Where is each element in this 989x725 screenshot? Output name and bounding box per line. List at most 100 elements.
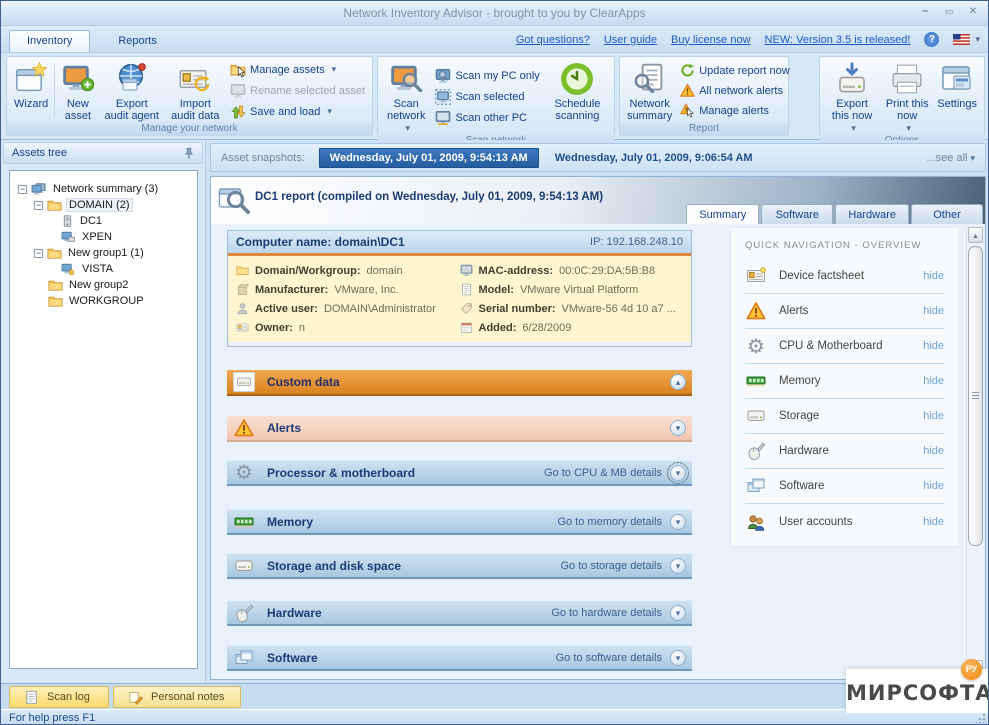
go-to-hardware-details-link[interactable]: Go to hardware details <box>551 607 662 619</box>
new-asset-button[interactable]: New asset <box>57 59 99 122</box>
expand-chevron-icon[interactable] <box>670 514 686 530</box>
hide-link[interactable]: hide <box>923 480 944 492</box>
tree-item-new-group1[interactable]: New group1 (1) <box>12 245 195 261</box>
go-to-software-details-link[interactable]: Go to software details <box>556 652 662 664</box>
close-button[interactable] <box>964 4 982 20</box>
tree-expander-icon[interactable] <box>34 249 43 258</box>
export-audit-agent-button[interactable]: Export audit agent <box>99 59 165 122</box>
tree-item-vista[interactable]: VISTA <box>12 261 195 277</box>
see-all-snapshots-link[interactable]: ...see all <box>927 152 976 164</box>
tab-other[interactable]: Other <box>911 204 983 224</box>
quicknav-device-factsheet[interactable]: Device factsheet hide <box>745 259 944 294</box>
language-flag-dropdown[interactable] <box>953 34 980 45</box>
schedule-scanning-button[interactable]: Schedule scanning <box>544 59 611 134</box>
tree-item-label[interactable]: DC1 <box>78 215 104 227</box>
section-software[interactable]: Software Go to software details <box>227 645 692 671</box>
section-custom-data[interactable]: Custom data <box>227 370 692 396</box>
computer-ip: IP: 192.168.248.10 <box>590 236 683 248</box>
quicknav-hardware[interactable]: Hardware hide <box>745 434 944 469</box>
personal-notes-tab[interactable]: Personal notes <box>113 686 241 708</box>
expand-chevron-icon[interactable] <box>670 650 686 666</box>
tree-item-dc1[interactable]: DC1 <box>12 213 195 229</box>
quicknav-user-accounts[interactable]: User accounts hide <box>745 504 944 539</box>
wizard-button[interactable]: Wizard <box>10 59 52 122</box>
quicknav-software[interactable]: Software hide <box>745 469 944 504</box>
tree-item-network-summary[interactable]: Network summary (3) <box>12 181 195 197</box>
quicknav-storage[interactable]: Storage hide <box>745 399 944 434</box>
expand-chevron-icon[interactable] <box>670 465 686 481</box>
hide-link[interactable]: hide <box>923 340 944 352</box>
scan-other-pc-button[interactable]: Scan other PC <box>435 110 539 126</box>
update-report-now-button[interactable]: Update report now <box>680 63 790 78</box>
settings-button[interactable]: Settings <box>933 59 981 134</box>
link-buy-license[interactable]: Buy license now <box>671 34 751 46</box>
quicknav-memory[interactable]: Memory hide <box>745 364 944 399</box>
pin-icon[interactable] <box>182 147 196 161</box>
go-to-cpu-details-link[interactable]: Go to CPU & MB details <box>544 467 662 479</box>
snapshot-previous[interactable]: Wednesday, July 01, 2009, 9:06:54 AM <box>555 152 753 164</box>
hide-link[interactable]: hide <box>923 375 944 387</box>
go-to-storage-details-link[interactable]: Go to storage details <box>560 560 662 572</box>
tree-item-domain[interactable]: DOMAIN (2) <box>12 197 195 213</box>
hide-link[interactable]: hide <box>923 305 944 317</box>
section-processor-motherboard[interactable]: Processor & motherboard Go to CPU & MB d… <box>227 460 692 486</box>
collapse-chevron-icon[interactable] <box>670 374 686 390</box>
tree-item-label[interactable]: New group1 (1) <box>66 247 146 259</box>
tab-inventory[interactable]: Inventory <box>9 30 90 52</box>
network-summary-button[interactable]: Network summary <box>623 59 676 122</box>
import-audit-data-button[interactable]: Import audit data <box>165 59 226 122</box>
print-this-now-button[interactable]: Print this now <box>881 59 933 134</box>
tree-item-new-group2[interactable]: New group2 <box>12 277 195 293</box>
go-to-memory-details-link[interactable]: Go to memory details <box>557 516 662 528</box>
section-memory[interactable]: Memory Go to memory details <box>227 509 692 535</box>
maximize-button[interactable] <box>940 4 958 20</box>
tab-software[interactable]: Software <box>761 204 833 224</box>
link-got-questions[interactable]: Got questions? <box>516 34 590 46</box>
expand-chevron-icon[interactable] <box>670 558 686 574</box>
link-new-version[interactable]: NEW: Version 3.5 is released! <box>765 34 911 46</box>
tab-summary[interactable]: Summary <box>686 204 759 224</box>
scan-network-button[interactable]: Scan network <box>381 59 431 134</box>
tree-item-label[interactable]: XPEN <box>80 231 114 243</box>
tree-expander-icon[interactable] <box>18 185 27 194</box>
watermark-badge: РУ <box>961 659 982 680</box>
manage-alerts-button[interactable]: Manage alerts <box>680 103 790 118</box>
tree-item-label[interactable]: DOMAIN (2) <box>66 198 133 212</box>
export-this-now-button[interactable]: Export this now <box>823 59 881 134</box>
expand-chevron-icon[interactable] <box>670 605 686 621</box>
scan-my-pc-button[interactable]: Scan my PC only <box>435 68 539 84</box>
manage-assets-button[interactable]: Manage assets <box>230 62 365 78</box>
resize-grip[interactable] <box>976 714 985 723</box>
tree-item-workgroup[interactable]: WORKGROUP <box>12 293 195 309</box>
scan-log-tab[interactable]: Scan log <box>9 686 109 708</box>
save-and-load-button[interactable]: Save and load <box>230 104 365 120</box>
rename-asset-button[interactable]: Rename selected asset <box>230 83 365 99</box>
quicknav-cpu-motherboard[interactable]: CPU & Motherboard hide <box>745 329 944 364</box>
tree-item-label[interactable]: Network summary (3) <box>51 183 160 195</box>
section-alerts[interactable]: Alerts <box>227 416 692 442</box>
scroll-up-icon[interactable] <box>968 227 983 243</box>
scrollbar-thumb[interactable] <box>968 246 983 546</box>
tab-hardware[interactable]: Hardware <box>835 204 909 224</box>
section-storage[interactable]: Storage and disk space Go to storage det… <box>227 553 692 579</box>
vertical-scrollbar[interactable] <box>966 226 983 677</box>
hide-link[interactable]: hide <box>923 445 944 457</box>
tree-item-xpen[interactable]: XPEN <box>12 229 195 245</box>
scan-selected-button[interactable]: Scan selected <box>435 89 539 105</box>
minimize-button[interactable] <box>916 4 934 20</box>
help-icon[interactable] <box>924 32 939 47</box>
section-hardware[interactable]: Hardware Go to hardware details <box>227 600 692 626</box>
tree-item-label[interactable]: WORKGROUP <box>67 295 146 307</box>
tab-reports[interactable]: Reports <box>101 31 174 52</box>
link-user-guide[interactable]: User guide <box>604 34 657 46</box>
tree-expander-icon[interactable] <box>34 201 43 210</box>
tree-item-label[interactable]: VISTA <box>80 263 115 275</box>
expand-chevron-icon[interactable] <box>670 420 686 436</box>
all-network-alerts-button[interactable]: All network alerts <box>680 83 790 98</box>
snapshot-current[interactable]: Wednesday, July 01, 2009, 9:54:13 AM <box>319 148 539 168</box>
hide-link[interactable]: hide <box>923 270 944 282</box>
quicknav-alerts[interactable]: Alerts hide <box>745 294 944 329</box>
tree-item-label[interactable]: New group2 <box>67 279 130 291</box>
hide-link[interactable]: hide <box>923 410 944 422</box>
hide-link[interactable]: hide <box>923 516 944 528</box>
